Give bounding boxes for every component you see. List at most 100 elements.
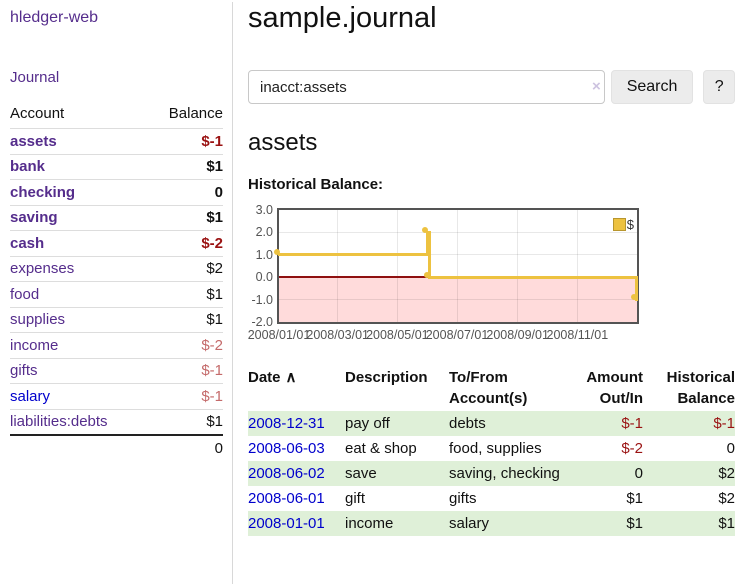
- help-button[interactable]: ?: [703, 70, 735, 104]
- register-table: Date∧ Description To/From Account(s) Amo…: [248, 365, 735, 536]
- search-input[interactable]: [248, 70, 605, 104]
- transaction-description: eat & shop: [345, 436, 449, 461]
- transaction-balance: $2: [643, 461, 735, 486]
- account-link-saving[interactable]: saving: [10, 209, 58, 226]
- account-balance: $1: [147, 205, 223, 231]
- transaction-amount: 0: [575, 461, 643, 486]
- y-tick-label: -2.0: [248, 315, 273, 329]
- transaction-accounts: gifts: [449, 486, 575, 511]
- account-row: salary $-1: [10, 384, 223, 410]
- account-row: food $1: [10, 282, 223, 308]
- account-link-food[interactable]: food: [10, 286, 39, 303]
- account-row: expenses $2: [10, 256, 223, 282]
- account-balance: $1: [147, 307, 223, 333]
- account-link-supplies[interactable]: supplies: [10, 311, 65, 328]
- account-link-assets[interactable]: assets: [10, 133, 57, 150]
- x-tick-label: 2008/07/01: [426, 328, 489, 342]
- accounts-total-row: 0: [10, 435, 223, 461]
- transaction-date-link[interactable]: 2008-01-01: [248, 515, 325, 532]
- x-tick-label: 2008/05/01: [366, 328, 429, 342]
- account-link-expenses[interactable]: expenses: [10, 260, 74, 277]
- series-segment: [428, 276, 637, 279]
- transaction-date-link[interactable]: 2008-12-31: [248, 415, 325, 432]
- account-link-gifts[interactable]: gifts: [10, 362, 38, 379]
- account-balance: 0: [147, 180, 223, 206]
- transaction-accounts: salary: [449, 511, 575, 536]
- register-col-date: Date ∧: [248, 365, 345, 411]
- accounts-total-balance: 0: [147, 435, 223, 461]
- sidebar-item-journal[interactable]: Journal: [10, 69, 222, 86]
- v-gridline: [517, 210, 518, 322]
- transaction-description: gift: [345, 486, 449, 511]
- v-gridline: [337, 210, 338, 322]
- h-gridline: [279, 232, 637, 233]
- main-content: sample.journal × Search ? assets Histori…: [234, 2, 742, 536]
- register-col-description: Description: [345, 365, 449, 411]
- account-balance: $1: [147, 282, 223, 308]
- accounts-table: Account Balance assets $-1 bank $1 check…: [10, 103, 223, 461]
- transaction-date-link[interactable]: 2008-06-03: [248, 440, 325, 457]
- account-balance: $-2: [147, 231, 223, 257]
- account-row: assets $-1: [10, 129, 223, 155]
- account-row: cash $-2: [10, 231, 223, 257]
- account-link-income[interactable]: income: [10, 337, 58, 354]
- x-tick-label: 2008/03/01: [306, 328, 369, 342]
- v-gridline: [577, 210, 578, 322]
- y-tick-label: 0.0: [248, 270, 273, 284]
- transaction-description: pay off: [345, 411, 449, 436]
- legend-label: $: [627, 217, 634, 232]
- transaction-amount: $-1: [575, 411, 643, 436]
- register-row: 2008-12-31 pay off debts $-1 $-1: [248, 411, 735, 436]
- transaction-balance: $-1: [643, 411, 735, 436]
- account-balance: $1: [147, 154, 223, 180]
- search-button[interactable]: Search: [611, 70, 694, 104]
- app-title-link[interactable]: hledger-web: [10, 9, 98, 27]
- clear-search-icon[interactable]: ×: [592, 78, 601, 95]
- account-link-liabilities-debts[interactable]: liabilities:debts: [10, 413, 108, 430]
- sidebar: hledger-web Journal Account Balance asse…: [0, 2, 233, 584]
- register-row: 2008-01-01 income salary $1 $1: [248, 511, 735, 536]
- data-point-marker: [424, 272, 430, 278]
- transaction-date-link[interactable]: 2008-06-02: [248, 465, 325, 482]
- account-row: income $-2: [10, 333, 223, 359]
- search-form: × Search ?: [248, 70, 735, 104]
- y-tick-label: -1.0: [248, 293, 273, 307]
- transaction-description: save: [345, 461, 449, 486]
- transaction-accounts: debts: [449, 411, 575, 436]
- v-gridline: [457, 210, 458, 322]
- sort-asc-icon: ∧: [286, 369, 297, 386]
- register-col-account: To/From Account(s): [449, 365, 575, 411]
- transaction-balance: 0: [643, 436, 735, 461]
- transaction-description: income: [345, 511, 449, 536]
- register-col-date-label: Date: [248, 369, 281, 386]
- account-link-checking[interactable]: checking: [10, 184, 75, 201]
- data-point-marker: [631, 294, 637, 300]
- account-balance: $-1: [147, 358, 223, 384]
- account-balance: $1: [147, 409, 223, 435]
- account-link-bank[interactable]: bank: [10, 158, 45, 175]
- account-heading: assets: [248, 129, 735, 156]
- register-header-row: Date∧ Description To/From Account(s) Amo…: [248, 365, 735, 411]
- register-col-balance: Historical Balance: [643, 365, 735, 411]
- register-row: 2008-06-03 eat & shop food, supplies $-2…: [248, 436, 735, 461]
- series-segment: [278, 253, 430, 256]
- account-link-cash[interactable]: cash: [10, 235, 44, 252]
- transaction-amount: $1: [575, 486, 643, 511]
- account-balance: $2: [147, 256, 223, 282]
- account-balance: $-1: [147, 129, 223, 155]
- y-tick-label: 3.0: [248, 203, 273, 217]
- chart-plot: $: [277, 208, 639, 324]
- transaction-date-link[interactable]: 2008-06-01: [248, 490, 325, 507]
- chart-legend: $: [613, 217, 634, 232]
- accounts-col-account: Account: [10, 103, 147, 129]
- page-title: sample.journal: [248, 2, 735, 35]
- register-row: 2008-06-02 save saving, checking 0 $2: [248, 461, 735, 486]
- transaction-accounts: saving, checking: [449, 461, 575, 486]
- account-row: gifts $-1: [10, 358, 223, 384]
- x-tick-label: 2008/09/01: [486, 328, 549, 342]
- transaction-amount: $1: [575, 511, 643, 536]
- account-link-salary[interactable]: salary: [10, 388, 50, 405]
- y-tick-label: 2.0: [248, 225, 273, 239]
- x-tick-label: 2008/11/01: [547, 328, 609, 342]
- transaction-balance: $1: [643, 511, 735, 536]
